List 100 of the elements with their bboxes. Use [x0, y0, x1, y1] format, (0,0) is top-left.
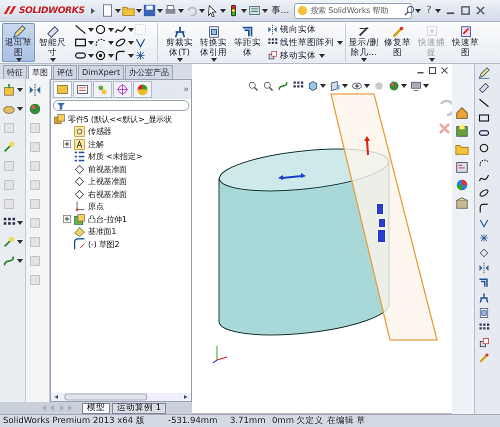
command-tab[interactable]: 办公室产品 [125, 65, 174, 79]
caret-icon[interactable] [128, 54, 134, 58]
tool-icon[interactable] [2, 140, 16, 154]
sketch-pad-icon[interactable] [458, 25, 472, 39]
circle-icon[interactable] [94, 49, 107, 62]
tree-item[interactable]: 零件5 (默认<<默认>_显示状 [51, 113, 191, 126]
section-icon[interactable] [329, 80, 341, 92]
ruler-icon[interactable] [478, 82, 490, 94]
horizontal-scrollbar[interactable] [51, 393, 191, 401]
options-icon[interactable] [248, 4, 261, 17]
caret-icon[interactable] [220, 8, 226, 12]
pencil-icon[interactable] [478, 352, 490, 364]
caret-icon[interactable] [434, 8, 441, 12]
caret-icon[interactable] [361, 58, 367, 62]
save-icon[interactable] [142, 4, 156, 17]
caret-icon[interactable] [337, 40, 343, 44]
maximize-icon[interactable] [460, 5, 471, 16]
ruler-icon[interactable] [46, 25, 60, 39]
ribbon-button[interactable]: 快速草图 [449, 23, 482, 62]
caret-icon[interactable] [401, 84, 407, 88]
tree-item[interactable]: 传感器 [51, 126, 191, 138]
expand-icon[interactable] [63, 215, 71, 224]
model-tab[interactable]: 运动算例 1 [112, 402, 166, 414]
caret-icon[interactable] [88, 28, 94, 32]
more-button[interactable]: » [183, 84, 189, 94]
cube-icon[interactable] [307, 80, 319, 92]
caret-icon[interactable] [240, 8, 247, 12]
point-icon[interactable] [478, 232, 490, 244]
eye-icon[interactable] [351, 80, 363, 92]
ellipse-icon[interactable] [478, 187, 490, 199]
caret-icon[interactable] [17, 240, 23, 244]
ribbon-button[interactable]: 移动实体 [267, 49, 343, 62]
rectangle-icon[interactable] [74, 36, 87, 49]
command-tab[interactable]: 特征 [3, 65, 27, 79]
model-tab[interactable]: 模型 [82, 402, 110, 414]
properties-icon[interactable] [76, 83, 89, 96]
caret-icon[interactable] [178, 8, 184, 12]
fillet-icon[interactable] [114, 49, 127, 62]
pie-icon[interactable] [136, 83, 149, 96]
monitor-icon[interactable] [410, 80, 422, 92]
line-icon[interactable] [356, 25, 370, 39]
sheet-icon[interactable] [206, 25, 220, 39]
expand-arrow-icon[interactable] [90, 8, 95, 14]
command-tab[interactable]: 草图 [28, 65, 52, 79]
caret-icon[interactable] [136, 8, 142, 12]
caret-icon[interactable] [415, 8, 422, 12]
ribbon-button[interactable]: 退出草图 [2, 23, 35, 62]
zoom-icon[interactable] [247, 80, 259, 92]
caret-icon[interactable] [108, 40, 114, 44]
search-icon[interactable] [404, 5, 416, 16]
pencil-icon[interactable] [478, 67, 490, 79]
spline-icon[interactable] [114, 23, 127, 36]
caret-icon[interactable] [198, 8, 205, 12]
printer-icon[interactable] [164, 4, 177, 17]
tree-item[interactable]: 注解 [51, 138, 191, 150]
pencil-icon[interactable] [12, 25, 26, 39]
caret-icon[interactable] [128, 40, 134, 44]
expand-icon[interactable] [63, 140, 71, 148]
caret-icon[interactable] [342, 84, 348, 88]
circle-icon[interactable] [94, 23, 107, 36]
caret-icon[interactable] [156, 8, 163, 12]
close-icon[interactable] [474, 5, 486, 16]
sheet-icon[interactable] [478, 307, 490, 319]
caret-icon[interactable] [17, 107, 23, 111]
arc-icon[interactable] [478, 157, 490, 169]
tree-item[interactable]: 上视基准面 [51, 176, 191, 188]
box-icon[interactable] [455, 196, 469, 210]
ribbon-button[interactable]: 线性草图阵列 [267, 36, 343, 49]
ribbon-button[interactable]: 转换实体引用 [197, 23, 230, 62]
ribbon-button[interactable]: 镜向实体 [267, 23, 343, 36]
caret-icon[interactable] [364, 84, 370, 88]
caret-icon[interactable] [319, 54, 325, 58]
tree-item[interactable]: 前视基准面 [51, 163, 191, 176]
mirror-icon[interactable] [478, 262, 490, 274]
tree-item[interactable]: 右视基准面 [51, 188, 191, 200]
maximize-icon[interactable] [428, 66, 437, 75]
spline-icon[interactable] [478, 172, 490, 184]
tree-item[interactable]: (-) 草图2 [51, 238, 191, 250]
caret-icon[interactable] [88, 54, 94, 58]
curve-icon[interactable] [277, 80, 289, 92]
palette-icon[interactable] [455, 160, 469, 174]
configuration-icon[interactable] [96, 83, 109, 96]
caret-icon[interactable] [16, 58, 22, 62]
arc-icon[interactable] [94, 36, 107, 49]
caret-icon[interactable] [108, 28, 114, 32]
tree-item[interactable]: 材质 <未指定> [51, 150, 191, 163]
scissors-icon[interactable] [478, 292, 490, 304]
caret-icon[interactable] [211, 58, 217, 62]
circle-icon[interactable] [478, 142, 490, 154]
search-field[interactable]: 搜索 SolidWorks 帮助 [294, 2, 412, 18]
caret-icon[interactable] [17, 259, 23, 263]
fillet-icon[interactable] [478, 202, 490, 214]
tree-item[interactable]: 基准面1 [51, 226, 191, 238]
slot-icon[interactable] [478, 127, 490, 139]
caret-icon[interactable] [108, 54, 114, 58]
caret-icon[interactable] [50, 58, 56, 62]
offset-lines-icon[interactable] [478, 277, 490, 289]
sphere-icon[interactable] [388, 80, 400, 92]
move-icon[interactable] [267, 50, 278, 61]
caret-icon[interactable] [17, 88, 23, 92]
